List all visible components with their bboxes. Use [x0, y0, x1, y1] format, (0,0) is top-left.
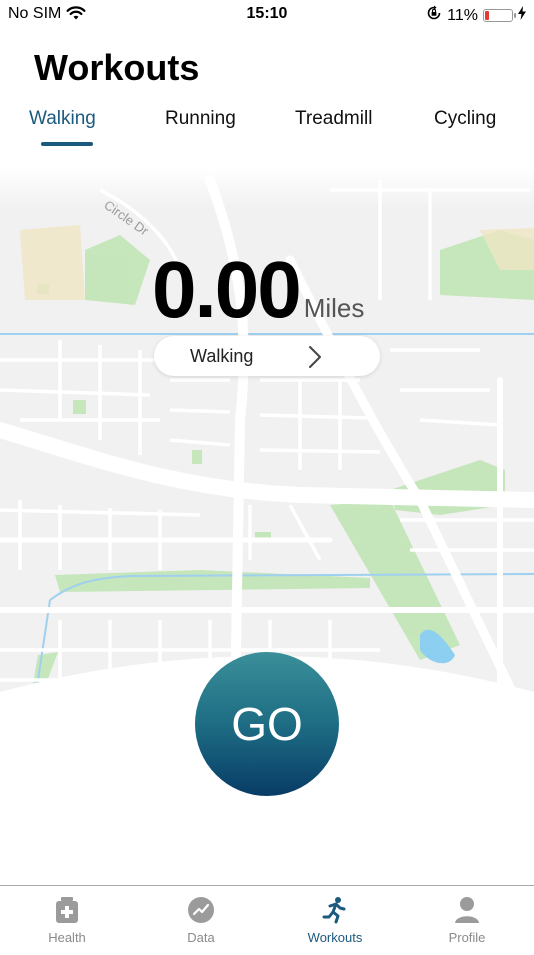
nav-health[interactable]: Health	[0, 886, 134, 951]
nav-workouts-label: Workouts	[307, 930, 363, 945]
nav-profile[interactable]: Profile	[400, 886, 534, 951]
battery-percent: 11%	[447, 6, 478, 24]
tab-cycling[interactable]: Cycling	[434, 108, 496, 130]
tab-running[interactable]: Running	[165, 108, 236, 130]
distance-unit: Miles	[303, 293, 365, 323]
distance-readout: 0.00 Miles	[152, 248, 364, 332]
workout-type-label: Walking	[190, 345, 254, 366]
bottom-nav: Health Data Workouts Profile	[0, 885, 534, 951]
workout-type-selector[interactable]: Walking	[154, 336, 380, 376]
distance-value: 0.00	[152, 245, 302, 334]
orientation-lock-icon	[426, 5, 442, 26]
person-icon	[400, 896, 534, 924]
status-bar: No SIM 15:10 11%	[0, 0, 534, 30]
status-right: 11%	[426, 5, 526, 26]
tab-walking[interactable]: Walking	[29, 108, 96, 130]
active-tab-indicator	[41, 142, 93, 146]
nav-workouts[interactable]: Workouts	[268, 886, 402, 951]
battery-icon	[483, 9, 516, 22]
health-kit-icon	[0, 896, 134, 924]
page-title: Workouts	[34, 47, 200, 88]
nav-profile-label: Profile	[448, 930, 486, 945]
chevron-right-icon	[308, 345, 322, 374]
battery-fill	[485, 11, 489, 20]
charging-bolt-icon	[518, 6, 526, 25]
nav-data[interactable]: Data	[134, 886, 268, 951]
nav-health-label: Health	[48, 930, 86, 945]
tab-treadmill[interactable]: Treadmill	[295, 108, 372, 130]
go-button[interactable]: GO	[195, 652, 339, 796]
runner-icon	[268, 896, 402, 924]
chart-trend-icon	[134, 896, 268, 924]
nav-data-label: Data	[187, 930, 215, 945]
